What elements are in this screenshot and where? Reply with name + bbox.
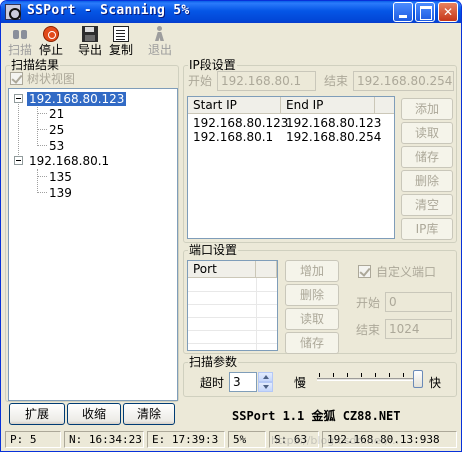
tree-port-node[interactable]: 53 [49, 139, 64, 153]
speed-slider-thumb[interactable] [413, 370, 423, 388]
port-list-header: Port [188, 261, 277, 278]
table-row[interactable]: 192.168.80.1 192.168.80.254 [188, 130, 394, 144]
custom-port-checkbox[interactable] [358, 265, 371, 278]
spin-up-icon[interactable] [258, 372, 273, 382]
title-bar[interactable]: SSPort - Scanning 5% ✕ [1, 1, 461, 23]
ip-start-input[interactable]: 192.168.80.1 [217, 71, 316, 91]
exit-button[interactable]: 退出 [145, 25, 175, 59]
fast-label: 快 [429, 376, 442, 390]
export-button[interactable]: 导出 [75, 25, 105, 59]
scan-params-title: 扫描参数 [188, 355, 239, 369]
col-end-ip[interactable]: End IP [281, 97, 375, 114]
col-port[interactable]: Port [188, 261, 256, 278]
port-end-input[interactable]: 1024 [385, 319, 452, 339]
stop-icon [43, 26, 59, 42]
status-e: E: 17:39:3 [147, 431, 225, 448]
window-title: SSPort - Scanning 5% [27, 3, 190, 18]
col-start-ip[interactable]: Start IP [188, 97, 281, 114]
status-n: N: 16:34:23 [64, 431, 144, 448]
port-list[interactable]: Port [187, 260, 278, 351]
maximize-button[interactable] [415, 2, 435, 22]
tree-port-node[interactable]: 135 [49, 170, 72, 184]
copy-button[interactable]: 复制 [106, 25, 136, 59]
port-settings-title: 端口设置 [188, 243, 239, 257]
tree-host-node[interactable]: 192.168.80.1 [29, 154, 109, 168]
brand-text: SSPort 1.1 金狐 CZ88.NET [232, 409, 401, 423]
exit-icon [152, 26, 168, 42]
floppy-icon [82, 26, 98, 42]
port-end-label: 结束 [356, 323, 381, 337]
ip-settings-title: IP段设置 [188, 58, 237, 72]
watermark: https://blog.csdn.net/... [271, 434, 400, 447]
results-tree[interactable]: 192.168.80.123 21 25 53 192.168.80.1 135… [8, 88, 178, 401]
spin-down-icon[interactable] [258, 382, 273, 392]
ip-add-button[interactable]: 添加 [401, 98, 453, 120]
ip-save-button[interactable]: 储存 [401, 146, 453, 168]
tree-view-label: 树状视图 [27, 72, 76, 86]
close-button[interactable]: ✕ [438, 2, 458, 22]
scan-button[interactable]: 扫描 [5, 25, 35, 59]
tree-host-node[interactable]: 192.168.80.123 [27, 92, 127, 106]
timeout-label: 超时 [200, 376, 225, 390]
port-read-button[interactable]: 读取 [285, 308, 339, 330]
close-icon: ✕ [442, 5, 454, 19]
ip-library-button[interactable]: IP库 [401, 218, 453, 240]
port-delete-button[interactable]: 删除 [285, 284, 339, 306]
scan-results-title: 扫描结果 [10, 58, 61, 72]
app-icon [5, 4, 21, 20]
ip-clear-button[interactable]: 清空 [401, 194, 453, 216]
tree-port-node[interactable]: 25 [49, 123, 64, 137]
ip-delete-button[interactable]: 删除 [401, 170, 453, 192]
stop-button[interactable]: 停止 [36, 25, 66, 59]
ip-list-header: Start IP End IP [188, 97, 394, 114]
scan-label: 扫描 [7, 43, 32, 57]
custom-port-label: 自定义端口 [376, 265, 437, 279]
toolbar: 扫描 停止 导出 复制 退出 [5, 25, 457, 59]
port-start-label: 开始 [356, 296, 381, 310]
table-row[interactable]: 192.168.80.123 192.168.80.123 [188, 116, 394, 130]
port-save-button[interactable]: 储存 [285, 332, 339, 354]
ip-read-button[interactable]: 读取 [401, 122, 453, 144]
port-start-input[interactable]: 0 [385, 292, 452, 312]
copy-label: 复制 [108, 43, 133, 57]
ip-range-list[interactable]: Start IP End IP 192.168.80.123 192.168.8… [187, 96, 395, 239]
tree-view-checkbox[interactable] [10, 72, 23, 85]
port-add-button[interactable]: 增加 [285, 260, 339, 282]
slow-label: 慢 [294, 376, 307, 390]
ip-end-input[interactable]: 192.168.80.254 [353, 71, 454, 91]
ip-start-label: 开始 [188, 74, 213, 88]
tree-port-node[interactable]: 21 [49, 107, 64, 121]
exit-label: 退出 [147, 43, 172, 57]
stop-label: 停止 [38, 43, 63, 57]
tree-port-node[interactable]: 139 [49, 186, 72, 200]
collapse-icon[interactable] [14, 94, 23, 103]
minimize-button[interactable] [393, 2, 413, 22]
col-port-extra[interactable] [256, 261, 277, 278]
copy-icon [113, 26, 129, 42]
timeout-input[interactable]: 3 [229, 372, 257, 392]
status-p: P: 5 [5, 431, 61, 448]
export-label: 导出 [77, 43, 102, 57]
status-percent: 5% [228, 431, 266, 448]
expand-button[interactable]: 扩展 [9, 403, 65, 425]
clear-results-button[interactable]: 清除 [123, 403, 175, 425]
tree-host-label: 192.168.80.123 [27, 92, 127, 106]
tree-host-label: 192.168.80.1 [29, 154, 110, 168]
app-window: SSPort - Scanning 5% ✕ 扫描 停止 导出 复制 退出 扫描… [0, 0, 462, 452]
ip-end-label: 结束 [324, 74, 349, 88]
collapse-icon[interactable] [14, 156, 23, 165]
collapse-button[interactable]: 收缩 [67, 403, 121, 425]
binoculars-icon [12, 26, 28, 42]
